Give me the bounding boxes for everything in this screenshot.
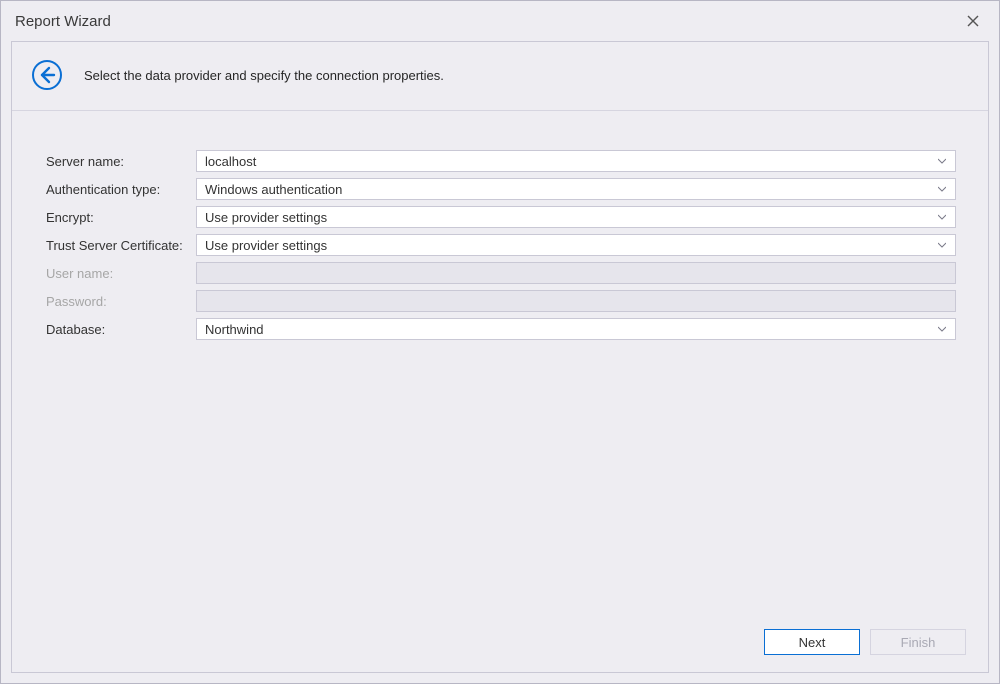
row-server-name: Server name: localhost bbox=[44, 147, 956, 175]
trust-cert-field[interactable]: Use provider settings bbox=[196, 234, 956, 256]
next-button[interactable]: Next bbox=[764, 629, 860, 655]
chevron-down-icon bbox=[935, 186, 949, 192]
back-button[interactable] bbox=[30, 58, 64, 92]
row-database: Database: Northwind bbox=[44, 315, 956, 343]
row-password: Password: bbox=[44, 287, 956, 315]
close-icon[interactable] bbox=[959, 7, 987, 35]
chevron-down-icon bbox=[935, 242, 949, 248]
label-user-name: User name: bbox=[44, 266, 196, 281]
chevron-down-icon bbox=[935, 158, 949, 164]
wizard-description: Select the data provider and specify the… bbox=[84, 68, 444, 83]
user-name-field bbox=[196, 262, 956, 284]
label-encrypt: Encrypt: bbox=[44, 210, 196, 225]
label-auth-type: Authentication type: bbox=[44, 182, 196, 197]
form-area: Server name: localhost Authentication ty… bbox=[12, 111, 988, 616]
window-title: Report Wizard bbox=[15, 13, 959, 30]
database-field[interactable]: Northwind bbox=[196, 318, 956, 340]
titlebar: Report Wizard bbox=[1, 1, 999, 41]
label-password: Password: bbox=[44, 294, 196, 309]
label-server-name: Server name: bbox=[44, 154, 196, 169]
wizard-panel: Select the data provider and specify the… bbox=[11, 41, 989, 673]
encrypt-field[interactable]: Use provider settings bbox=[196, 206, 956, 228]
trust-cert-value: Use provider settings bbox=[205, 238, 935, 253]
auth-type-field[interactable]: Windows authentication bbox=[196, 178, 956, 200]
encrypt-value: Use provider settings bbox=[205, 210, 935, 225]
row-user-name: User name: bbox=[44, 259, 956, 287]
password-field bbox=[196, 290, 956, 312]
finish-button: Finish bbox=[870, 629, 966, 655]
server-name-value: localhost bbox=[205, 154, 935, 169]
wizard-window: Report Wizard Select the data provider a… bbox=[0, 0, 1000, 684]
wizard-header: Select the data provider and specify the… bbox=[12, 42, 988, 111]
row-auth-type: Authentication type: Windows authenticat… bbox=[44, 175, 956, 203]
row-trust-cert: Trust Server Certificate: Use provider s… bbox=[44, 231, 956, 259]
chevron-down-icon bbox=[935, 214, 949, 220]
label-database: Database: bbox=[44, 322, 196, 337]
chevron-down-icon bbox=[935, 326, 949, 332]
database-value: Northwind bbox=[205, 322, 935, 337]
label-trust-cert: Trust Server Certificate: bbox=[44, 238, 196, 253]
row-encrypt: Encrypt: Use provider settings bbox=[44, 203, 956, 231]
wizard-footer: Next Finish bbox=[12, 616, 988, 672]
server-name-field[interactable]: localhost bbox=[196, 150, 956, 172]
back-arrow-icon bbox=[31, 59, 63, 91]
auth-type-value: Windows authentication bbox=[205, 182, 935, 197]
